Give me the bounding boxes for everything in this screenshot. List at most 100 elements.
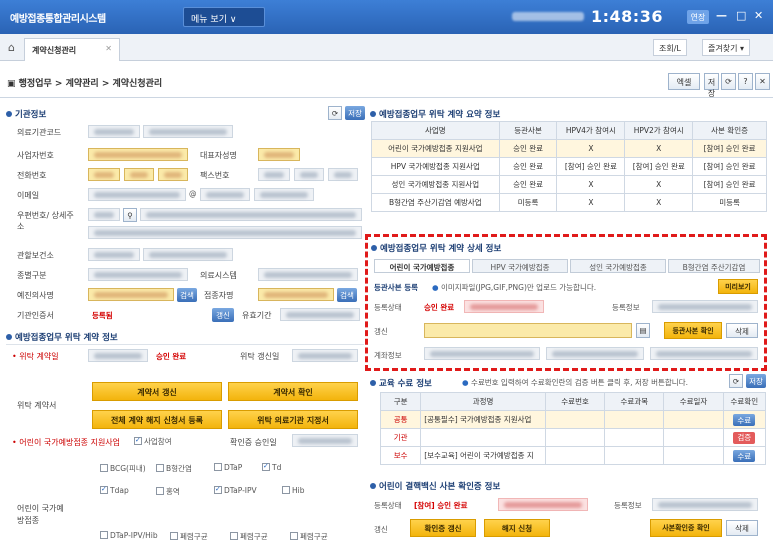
vaccinator-search-button[interactable]: 검색 xyxy=(337,288,357,302)
checkbox[interactable] xyxy=(100,464,108,472)
cancel-request-button[interactable]: 해지 신청 xyxy=(484,519,550,537)
doctor-search-button[interactable]: 검색 xyxy=(177,288,197,302)
table-row[interactable]: HPV 국가예방접종 지원사업 승인 완료 [참여] 승인 완료 [참여] 승인 완료… xyxy=(371,157,767,176)
save-button[interactable]: 저장 xyxy=(704,73,719,98)
tab-hpv-vaccination[interactable]: HPV 국가예방접종 xyxy=(472,259,568,273)
checkbox[interactable] xyxy=(214,463,222,471)
education-save-button[interactable]: 저장 xyxy=(746,374,766,388)
confirm-certificate-button[interactable]: 사본확인증 확인 xyxy=(650,519,722,537)
vaccine-pcv-1[interactable]: 폐렴구균 xyxy=(170,531,208,542)
checkbox[interactable] xyxy=(100,486,108,494)
favorites-dropdown[interactable]: 즐겨찾기 ▾ xyxy=(702,39,750,56)
table-row[interactable]: 공통 [공통필수] 국가예방접종 지원사업 수료 xyxy=(379,410,767,429)
email-domain-field[interactable] xyxy=(200,188,250,201)
table-row[interactable]: 어린이 국가예방접종 지원사업 승인 완료 X X [참여] 승인 완료 xyxy=(371,139,767,158)
phone-area-select[interactable] xyxy=(88,168,120,181)
vaccine-tdap[interactable]: Tdap xyxy=(100,486,129,495)
email-id-field[interactable] xyxy=(88,188,186,201)
checkbox[interactable] xyxy=(214,486,222,494)
checkbox[interactable] xyxy=(282,486,290,494)
tab-child-vaccination[interactable]: 어린이 국가예방접종 xyxy=(374,259,470,273)
tab-contract-management[interactable]: 계약신청관리 ✕ xyxy=(24,38,120,61)
checkbox[interactable] xyxy=(262,463,270,471)
vaccine-dtap-ipv-hib[interactable]: DTaP-IPV/Hib xyxy=(100,531,158,540)
child-participation-checkbox[interactable]: 사업참여 xyxy=(134,436,172,447)
refresh-icon[interactable]: ⟳ xyxy=(729,374,743,388)
account-holder-field[interactable] xyxy=(650,347,758,360)
complete-button[interactable]: 수료 xyxy=(733,413,756,426)
help-icon[interactable]: ? xyxy=(738,73,753,90)
fax-area-select[interactable] xyxy=(258,168,290,181)
certificate-renew-button[interactable]: 갱신 xyxy=(212,308,234,322)
fax-last-field[interactable] xyxy=(328,168,358,181)
contract-confirm-button[interactable]: 계약서 확인 xyxy=(228,382,358,401)
table-cell: 미등록 xyxy=(498,193,558,212)
table-row[interactable]: 보수 [보수교육] 어린이 국가예방접종 지 수료 xyxy=(379,446,767,465)
vaccine-hepb[interactable]: B형간염 xyxy=(156,463,192,474)
file-open-icon[interactable]: ▤ xyxy=(636,323,650,338)
zipcode-field[interactable] xyxy=(88,208,120,221)
certificate-renew-button[interactable]: 확인증 갱신 xyxy=(410,519,476,537)
checkbox[interactable] xyxy=(156,464,164,472)
table-row[interactable]: 기관 검증 xyxy=(379,428,767,447)
institution-save-button[interactable]: 저장 xyxy=(345,106,365,120)
preview-button[interactable]: 미리보기 xyxy=(718,279,758,294)
menu-view-button[interactable]: 메뉴 보기 ∨ xyxy=(183,7,265,27)
excel-button[interactable]: 엑셀 xyxy=(668,73,700,90)
checkbox[interactable] xyxy=(170,532,178,540)
refresh-icon[interactable]: ⟳ xyxy=(721,73,736,90)
search-icon[interactable]: ⚲ xyxy=(123,208,137,222)
medical-system-select[interactable] xyxy=(258,268,358,281)
confirm-copy-button[interactable]: 등관사본 확인 xyxy=(664,322,722,339)
vaccine-hib[interactable]: Hib xyxy=(282,486,304,495)
contract-renew-button[interactable]: 계약서 갱신 xyxy=(92,382,222,401)
vaccine-dtap[interactable]: DTaP xyxy=(214,463,242,472)
phone-middle-field[interactable] xyxy=(124,168,154,181)
home-icon[interactable]: ⌂ xyxy=(8,41,15,54)
vaccine-pcv-2[interactable]: 폐렴구균 xyxy=(230,531,268,542)
close-page-icon[interactable]: ✕ xyxy=(755,73,770,90)
business-number-field[interactable] xyxy=(88,148,188,161)
type-select[interactable] xyxy=(88,268,188,281)
minimize-icon[interactable]: — xyxy=(716,9,727,22)
vaccine-bcg[interactable]: BCG(피내) xyxy=(100,463,146,474)
verify-button[interactable]: 검증 xyxy=(733,431,756,444)
complete-button[interactable]: 수료 xyxy=(733,449,756,462)
close-icon[interactable]: ✕ xyxy=(754,9,763,22)
fax-middle-field[interactable] xyxy=(294,168,324,181)
vaccine-pcv-3[interactable]: 폐렴구균 xyxy=(290,531,328,542)
extend-session-button[interactable]: 연장 xyxy=(687,10,709,24)
account-number-field[interactable] xyxy=(546,347,644,360)
representative-field[interactable] xyxy=(258,148,300,161)
table-row[interactable]: B형간염 주산기감염 예방사업 미등록 X X 미등록 xyxy=(371,193,767,212)
menu-search-button[interactable]: 조회/L xyxy=(653,39,687,56)
tab-hepb-perinatal[interactable]: B형간염 주산기감염 xyxy=(668,259,760,273)
email-domain-select[interactable] xyxy=(254,188,314,201)
delete-button[interactable]: 삭제 xyxy=(726,323,758,338)
vaccine-td[interactable]: Td xyxy=(262,463,281,472)
tab-close-icon[interactable]: ✕ xyxy=(105,44,112,53)
restore-icon[interactable]: □ xyxy=(736,9,746,22)
checkbox[interactable] xyxy=(100,531,108,539)
address-detail-field[interactable] xyxy=(88,226,362,239)
checkbox[interactable] xyxy=(134,437,142,445)
address-field[interactable] xyxy=(140,208,362,221)
phone-last-field[interactable] xyxy=(158,168,188,181)
vaccine-section-label: 어린이 국가예방접종 xyxy=(17,504,64,525)
tab-adult-vaccination[interactable]: 성인 국가예방접종 xyxy=(570,259,666,273)
designation-letter-button[interactable]: 위탁 의료기관 지정서 xyxy=(228,410,358,429)
bank-select[interactable] xyxy=(424,347,540,360)
vaccine-measles[interactable]: 홍역 xyxy=(156,486,180,497)
field-label-representative: 대표자성명 xyxy=(200,151,237,160)
table-row[interactable]: 성인 국가예방접종 지원사업 승인 완료 X X [참여] 승인 완료 xyxy=(371,175,767,194)
refresh-icon[interactable]: ⟳ xyxy=(328,106,342,120)
doctor-name-field[interactable] xyxy=(88,288,174,301)
hpv-delete-button[interactable]: 삭제 xyxy=(726,520,758,536)
vaccinator-name-field[interactable] xyxy=(258,288,334,301)
checkbox[interactable] xyxy=(290,532,298,540)
vaccine-dtap-ipv[interactable]: DTaP-IPV xyxy=(214,486,257,495)
checkbox[interactable] xyxy=(156,487,164,495)
checkbox[interactable] xyxy=(230,532,238,540)
file-path-field[interactable] xyxy=(424,323,632,338)
contract-cancel-request-button[interactable]: 전체 계약 해지 신청서 등록 xyxy=(92,410,222,429)
